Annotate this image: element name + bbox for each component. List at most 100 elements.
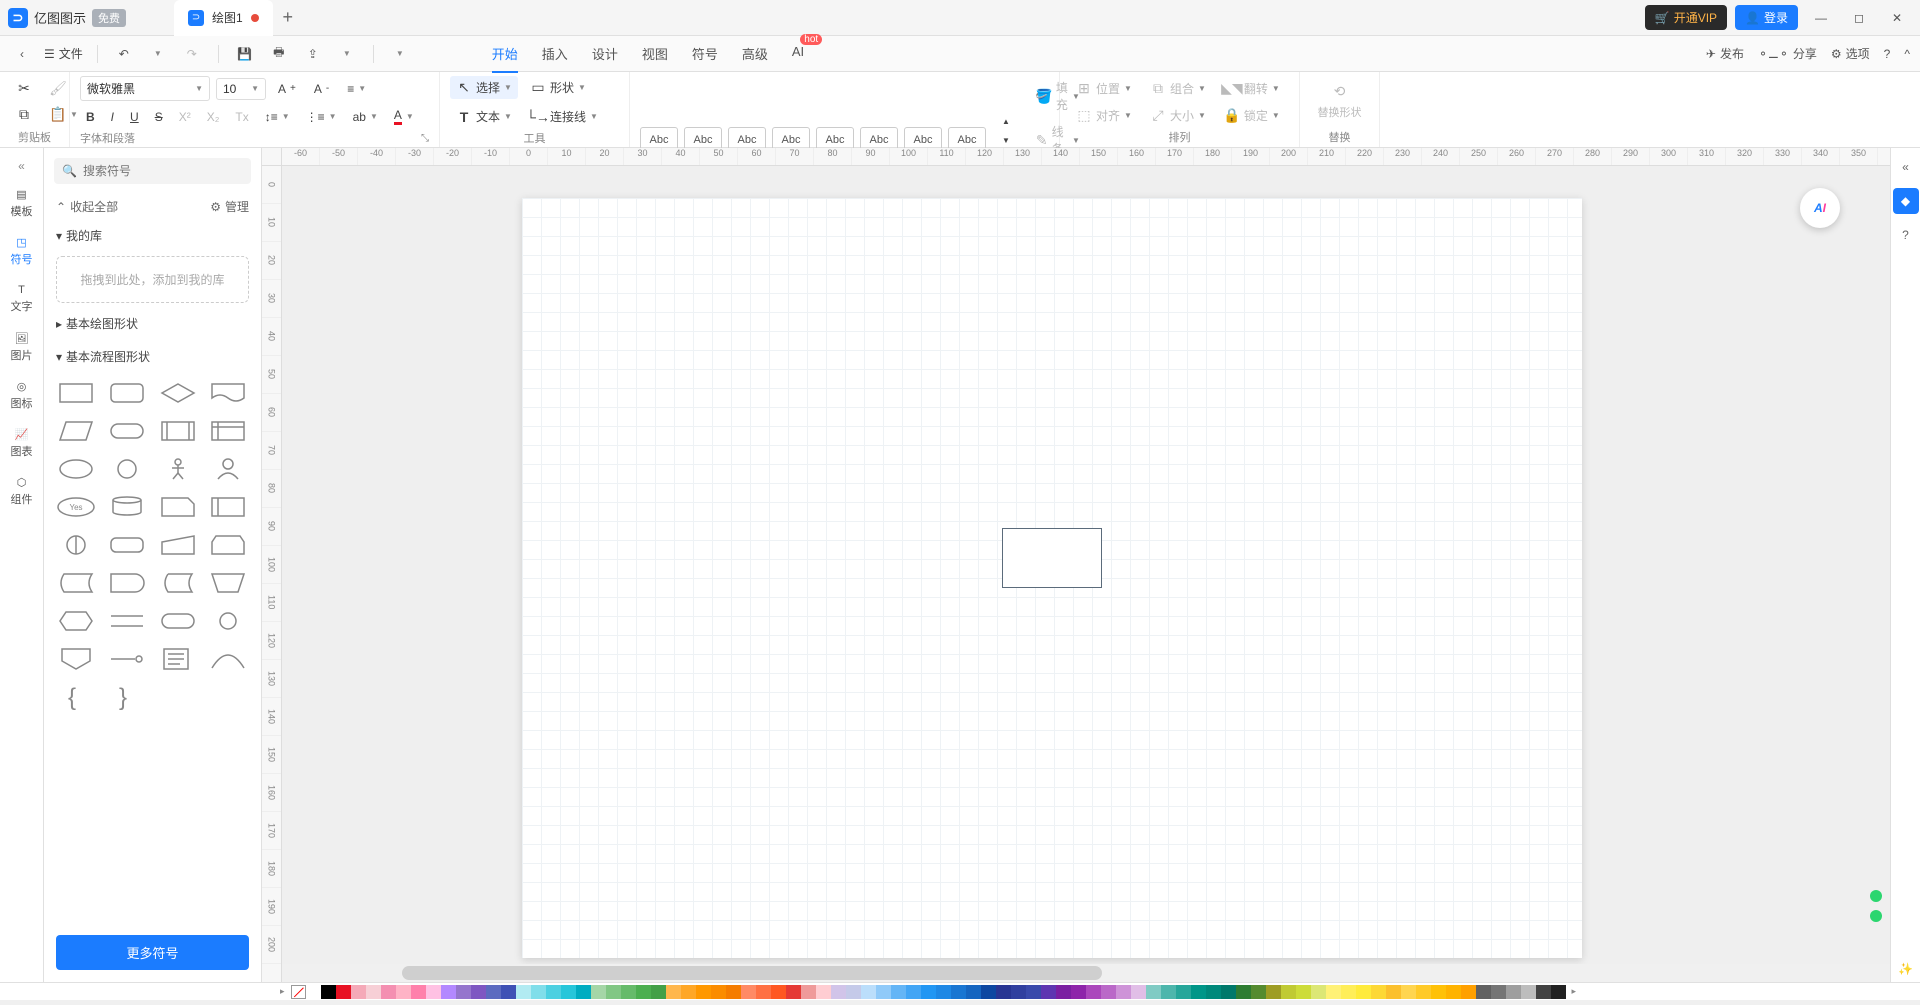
color-swatch[interactable] xyxy=(936,985,951,999)
color-swatch[interactable] xyxy=(846,985,861,999)
export-dropdown[interactable]: ▼ xyxy=(335,42,359,66)
rail-charts[interactable]: 📈图表 xyxy=(2,420,42,466)
rail-components[interactable]: ⬡组件 xyxy=(2,468,42,514)
color-swatch[interactable] xyxy=(921,985,936,999)
color-swatch[interactable] xyxy=(411,985,426,999)
login-button[interactable]: 👤登录 xyxy=(1735,5,1798,30)
color-swatch[interactable] xyxy=(726,985,741,999)
color-swatch[interactable] xyxy=(486,985,501,999)
tab-add-button[interactable]: + xyxy=(273,0,303,36)
color-swatch[interactable] xyxy=(996,985,1011,999)
color-swatch[interactable] xyxy=(591,985,606,999)
color-swatch[interactable] xyxy=(1221,985,1236,999)
color-swatch[interactable] xyxy=(891,985,906,999)
select-tool-button[interactable]: ↖选择▼ xyxy=(450,76,518,99)
format-panel-button[interactable]: ◆ xyxy=(1893,188,1919,214)
text-tool-button[interactable]: T文本▼ xyxy=(450,105,518,128)
size-button[interactable]: ⤢大小▼ xyxy=(1144,104,1212,127)
font-size-select[interactable]: 10▼ xyxy=(216,78,266,100)
shape-tool-button[interactable]: ▭形状▼ xyxy=(524,76,592,99)
color-swatch[interactable] xyxy=(1521,985,1536,999)
color-bar-arrow-icon[interactable]: ▸ xyxy=(280,986,285,997)
feedback-dot-2[interactable] xyxy=(1870,910,1882,922)
color-swatch[interactable] xyxy=(1506,985,1521,999)
color-swatch[interactable] xyxy=(1401,985,1416,999)
shape-connector-circle[interactable] xyxy=(56,531,96,559)
shape-rounded-process[interactable] xyxy=(107,379,147,407)
shape-decision[interactable] xyxy=(158,379,198,407)
feedback-dot-1[interactable] xyxy=(1870,890,1882,902)
color-swatch[interactable] xyxy=(1026,985,1041,999)
shape-brace-right[interactable]: } xyxy=(107,683,147,711)
shape-circle-small[interactable] xyxy=(208,607,248,635)
shape-card[interactable] xyxy=(158,493,198,521)
shape-manual-op[interactable] xyxy=(208,569,248,597)
collapse-rail-button[interactable]: « xyxy=(2,154,42,178)
color-swatch[interactable] xyxy=(441,985,456,999)
arrange-align-button[interactable]: ⬚对齐▼ xyxy=(1070,104,1138,127)
color-swatch[interactable] xyxy=(396,985,411,999)
color-swatch[interactable] xyxy=(1551,985,1566,999)
color-swatch[interactable] xyxy=(1281,985,1296,999)
color-swatch[interactable] xyxy=(561,985,576,999)
help-button[interactable]: ? xyxy=(1884,47,1891,61)
menu-tab-ai[interactable]: AIhot xyxy=(792,42,804,65)
increase-font-button[interactable]: A+ xyxy=(272,79,302,99)
rail-images[interactable]: 🖼图片 xyxy=(2,324,42,370)
color-swatch[interactable] xyxy=(966,985,981,999)
shape-arc[interactable] xyxy=(208,645,248,673)
color-swatch[interactable] xyxy=(861,985,876,999)
section-my-library[interactable]: ▾ 我的库 xyxy=(44,219,261,252)
color-swatch[interactable] xyxy=(1041,985,1056,999)
color-swatch[interactable] xyxy=(1266,985,1281,999)
color-swatch[interactable] xyxy=(366,985,381,999)
bullets-button[interactable]: ⋮≡▼ xyxy=(300,107,343,127)
options-button[interactable]: ⚙选项 xyxy=(1831,45,1870,62)
shape-predefined[interactable] xyxy=(158,417,198,445)
color-swatch[interactable] xyxy=(516,985,531,999)
color-swatch[interactable] xyxy=(816,985,831,999)
color-swatch[interactable] xyxy=(1536,985,1551,999)
tab-current[interactable]: ⊃ 绘图1 xyxy=(174,0,273,36)
shape-stored-data[interactable] xyxy=(56,569,96,597)
shape-loop-limit[interactable] xyxy=(208,531,248,559)
menu-tab-insert[interactable]: 插入 xyxy=(542,42,568,65)
shape-yes-ellipse[interactable]: Yes xyxy=(56,493,96,521)
color-swatch[interactable] xyxy=(606,985,621,999)
shape-alt-process[interactable] xyxy=(107,531,147,559)
horizontal-scrollbar[interactable] xyxy=(282,964,1890,982)
more-symbols-button[interactable]: 更多符号 xyxy=(56,935,249,970)
color-swatch[interactable] xyxy=(831,985,846,999)
drop-zone[interactable]: 拖拽到此处，添加到我的库 xyxy=(56,256,249,303)
bold-button[interactable]: B xyxy=(80,107,101,127)
shape-manual-input[interactable] xyxy=(158,531,198,559)
align-button[interactable]: ≡▼ xyxy=(341,79,372,99)
collapse-ribbon-button[interactable]: ^ xyxy=(1904,47,1910,61)
print-button[interactable]: 🖶 xyxy=(267,42,291,66)
shape-note[interactable] xyxy=(158,645,198,673)
page-background[interactable] xyxy=(522,198,1582,958)
ai-assistant-button[interactable]: AI xyxy=(1800,188,1840,228)
section-basic-shapes[interactable]: ▸ 基本绘图形状 xyxy=(44,307,261,340)
share-button[interactable]: ⚬⚊⚬分享 xyxy=(1758,45,1817,62)
color-swatch[interactable] xyxy=(636,985,651,999)
shape-user[interactable] xyxy=(208,455,248,483)
collapse-right-button[interactable]: « xyxy=(1893,154,1919,180)
menu-tab-start[interactable]: 开始 xyxy=(492,42,518,65)
color-swatch[interactable] xyxy=(1206,985,1221,999)
color-swatch[interactable] xyxy=(1101,985,1116,999)
undo-dropdown[interactable]: ▼ xyxy=(146,42,170,66)
shape-parallel[interactable] xyxy=(107,607,147,635)
collapse-all-button[interactable]: ⌃ 收起全部 xyxy=(56,198,118,215)
style-scroll-up[interactable]: ▲ xyxy=(996,114,1016,129)
replace-shape-button[interactable]: 替换形状 xyxy=(1318,104,1362,120)
copy-button[interactable]: ⧉ xyxy=(10,104,38,126)
color-swatch[interactable] xyxy=(426,985,441,999)
position-button[interactable]: ⊞位置▼ xyxy=(1070,77,1138,100)
shape-brace-left[interactable]: { xyxy=(56,683,96,711)
publish-button[interactable]: ✈发布 xyxy=(1706,45,1744,62)
color-swatch[interactable] xyxy=(1461,985,1476,999)
close-button[interactable]: ✕ xyxy=(1882,3,1912,33)
color-swatch[interactable] xyxy=(741,985,756,999)
color-swatch[interactable] xyxy=(1296,985,1311,999)
